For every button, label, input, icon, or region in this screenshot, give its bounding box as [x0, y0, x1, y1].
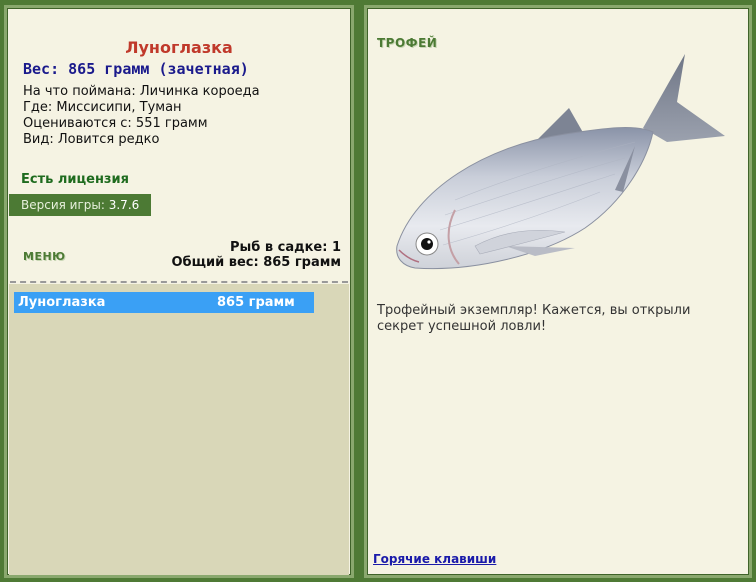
catch-info-panel: Луноглазка Вес: 865 грамм (зачетная) На …: [4, 5, 354, 578]
divider: [10, 281, 348, 283]
bait-info: На что поймана: Личинка короеда: [23, 84, 260, 99]
list-item[interactable]: Луноглазка 865 грамм: [14, 292, 314, 313]
menu-button[interactable]: МЕНЮ: [23, 250, 66, 263]
version-label: Версия игры:: [21, 198, 105, 212]
fish-weight: Вес: 865 грамм (зачетная): [23, 60, 249, 78]
keepnet-summary: Рыб в садке: 1 Общий вес: 865 грамм: [171, 240, 341, 270]
fish-name: Луноглазка: [125, 38, 233, 57]
catch-list: Луноглазка 865 грамм: [9, 284, 349, 575]
location-info: Где: Миссисипи, Туман: [23, 100, 182, 115]
version-value: 3.7.6: [108, 198, 140, 212]
trophy-description: Трофейный экземпляр! Кажется, вы открыли…: [377, 303, 691, 334]
list-item-weight: 865 грамм: [217, 295, 295, 310]
hotkeys-link[interactable]: Горячие клавиши: [373, 552, 496, 566]
game-version: Версия игры: 3.7.6: [9, 194, 151, 216]
fish-image: [396, 54, 725, 270]
list-item-name: Луноглазка: [18, 295, 106, 310]
fish-count: Рыб в садке: 1: [229, 240, 341, 255]
kind-info: Вид: Ловится редко: [23, 132, 160, 147]
license-status: Есть лицензия: [21, 172, 129, 187]
value-info: Оцениваются с: 551 грамм: [23, 116, 208, 131]
trophy-panel: ТРОФЕЙ Трофейный экземпляр! Кажется, вы …: [364, 5, 752, 578]
trophy-heading: ТРОФЕЙ: [377, 36, 438, 50]
total-weight: Общий вес: 865 грамм: [171, 255, 341, 270]
